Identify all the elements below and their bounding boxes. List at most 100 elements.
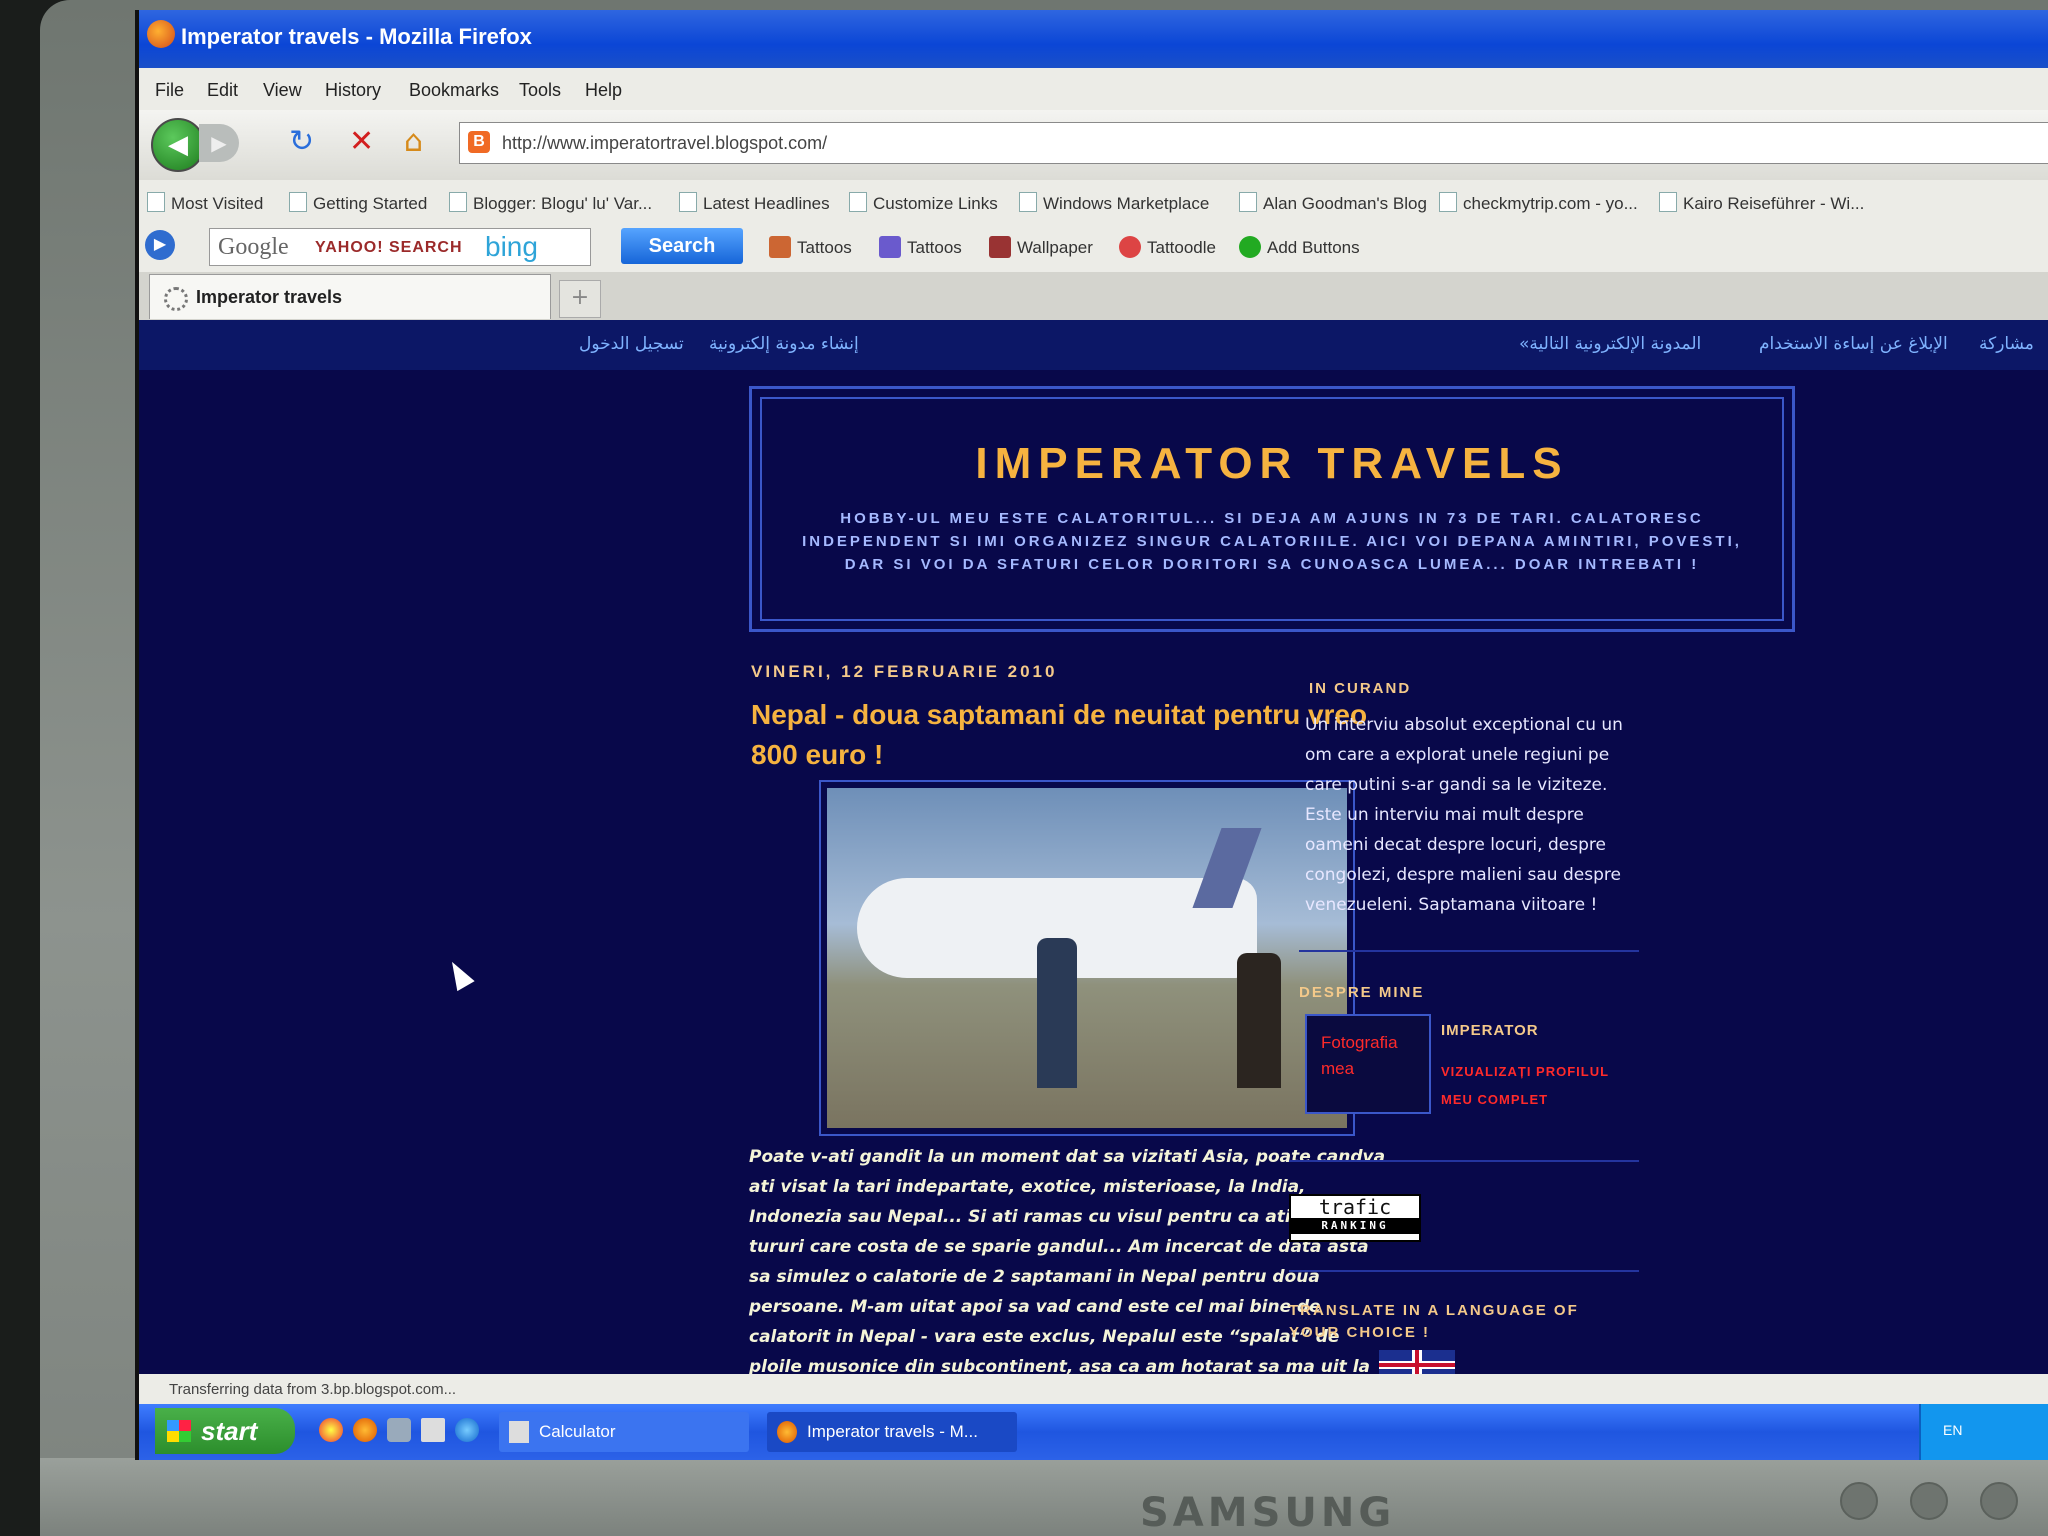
reload-icon[interactable]: ↻ [289, 124, 314, 159]
divider [1299, 950, 1639, 952]
address-bar[interactable]: B http://www.imperatortravel.blogspot.co… [459, 122, 2048, 164]
create-blog-link[interactable]: إنشاء مدونة إلكترونية [709, 334, 859, 354]
add-buttons[interactable]: Add Buttons [1239, 236, 1360, 258]
bookmark-item[interactable]: Blogger: Blogu' lu' Var... [449, 192, 652, 214]
bookmark-item[interactable]: Most Visited [147, 192, 263, 214]
page-content: تسجيل الدخول إنشاء مدونة إلكترونية المدو… [139, 320, 2048, 1407]
monitor-brand: SAMSUNG [1140, 1490, 1396, 1536]
menu-bookmarks[interactable]: Bookmarks [409, 80, 499, 101]
forward-button[interactable]: ▶ [199, 124, 239, 162]
sidebar-heading-about: DESPRE MINE [1299, 984, 1425, 1001]
report-abuse-link[interactable]: الإبلاغ عن إساءة الاستخدام [1759, 334, 1948, 354]
window-title: Imperator travels - Mozilla Firefox [181, 24, 532, 49]
wallpaper-icon [989, 236, 1011, 258]
taskbar-item-calculator[interactable]: Calculator [499, 1412, 749, 1452]
menu-help[interactable]: Help [585, 80, 622, 101]
bookmark-item[interactable]: Windows Marketplace [1019, 192, 1209, 214]
tattoodle-icon [1119, 236, 1141, 258]
language-indicator[interactable]: EN [1943, 1422, 1962, 1438]
taskbar: start Calculator Imperator travels - M..… [139, 1404, 2048, 1460]
monitor-bottom [40, 1458, 2048, 1536]
blog-title[interactable]: IMPERATOR TRAVELS [752, 439, 1792, 489]
screen: Imperator travels - Mozilla Firefox File… [135, 10, 2048, 1460]
yahoo-logo: YAHOO! SEARCH [315, 239, 463, 256]
monitor-button[interactable] [1840, 1482, 1878, 1520]
blog-header: IMPERATOR TRAVELS HOBBY-UL MEU ESTE CALA… [749, 386, 1795, 632]
divider [1289, 1160, 1639, 1162]
avatar[interactable]: Fotografia mea [1305, 1014, 1431, 1114]
back-button[interactable]: ◀ [151, 118, 205, 172]
profile-link[interactable]: VIZUALIZAȚI PROFILUL MEU COMPLET [1441, 1058, 1641, 1114]
monitor-button[interactable] [1910, 1482, 1948, 1520]
bing-logo: bing [485, 231, 538, 262]
toolbar-button-tattoos-2[interactable]: Tattoos [879, 236, 962, 258]
start-button[interactable]: start [155, 1408, 295, 1454]
sidebar-heading-soon: IN CURAND [1309, 680, 1412, 697]
status-text: Transferring data from 3.bp.blogspot.com… [169, 1381, 457, 1398]
menu-tools[interactable]: Tools [519, 80, 561, 101]
bookmark-icon [1659, 192, 1677, 212]
bookmark-icon [849, 192, 867, 212]
new-tab-button[interactable]: + [559, 280, 601, 318]
taskbar-item-firefox[interactable]: Imperator travels - M... [767, 1412, 1017, 1452]
mouse-cursor [443, 956, 475, 992]
bookmark-item[interactable]: checkmytrip.com - yo... [1439, 192, 1638, 214]
bookmark-icon [679, 192, 697, 212]
menu-edit[interactable]: Edit [207, 80, 238, 101]
tab-imperator-travels[interactable]: Imperator travels [149, 274, 551, 319]
signin-link[interactable]: تسجيل الدخول [579, 334, 684, 354]
bookmark-item[interactable]: Kairo Reiseführer - Wi... [1659, 192, 1864, 214]
divider [1289, 1270, 1639, 1272]
trafic-ranking-badge[interactable]: trafic RANKING [1289, 1194, 1421, 1242]
search-button[interactable]: Search [621, 228, 743, 264]
tab-strip: Imperator travels + [139, 272, 2048, 320]
bookmark-item[interactable]: Alan Goodman's Blog [1239, 192, 1427, 214]
bookmark-icon [449, 192, 467, 212]
person-shape [1237, 953, 1281, 1088]
person-shape [1037, 938, 1077, 1088]
menu-file[interactable]: File [155, 80, 184, 101]
sidebar-heading-translate: TRANSLATE IN A LANGUAGE OF YOUR CHOICE ! [1289, 1302, 1579, 1341]
navigation-toolbar: ◀ ▶ ↻ ✕ ⌂ B http://www.imperatortravel.b… [139, 110, 2048, 180]
url-text: http://www.imperatortravel.blogspot.com/ [502, 133, 828, 153]
bookmarks-toolbar: Most Visited Getting Started Blogger: Bl… [139, 180, 2048, 222]
toolbar-menu-icon[interactable]: ▶ [145, 230, 175, 260]
bookmark-item[interactable]: Latest Headlines [679, 192, 830, 214]
next-blog-link[interactable]: المدونة الإلكترونية التالية» [1519, 334, 1701, 354]
bookmark-item[interactable]: Customize Links [849, 192, 998, 214]
airplane-photo [827, 788, 1347, 1128]
bookmark-icon [1019, 192, 1037, 212]
post-body: Poate v-ati gandit la un moment dat sa v… [749, 1147, 1386, 1407]
calculator-icon [509, 1421, 529, 1443]
profile-name[interactable]: IMPERATOR [1441, 1022, 1539, 1039]
chrome-icon[interactable] [319, 1418, 343, 1442]
toolbar-button-wallpaper[interactable]: Wallpaper [989, 236, 1093, 258]
blog-description: HOBBY-UL MEU ESTE CALATORITUL... SI DEJA… [802, 510, 1742, 573]
firefox-icon [147, 20, 175, 48]
bookmark-icon [1439, 192, 1457, 212]
firefox-icon[interactable] [353, 1418, 377, 1442]
desktop-icon[interactable] [387, 1418, 411, 1442]
blogger-favicon: B [468, 131, 490, 153]
title-bar: Imperator travels - Mozilla Firefox [139, 10, 2048, 68]
toolbar-button-tattoodle[interactable]: Tattoodle [1119, 236, 1216, 258]
post-photo[interactable] [819, 780, 1355, 1136]
google-logo: Google [218, 234, 289, 260]
search-toolbar: ▶ Google YAHOO! SEARCH bing Search Tatto… [139, 222, 2048, 272]
stop-icon[interactable]: ✕ [349, 124, 374, 159]
ie-icon[interactable] [455, 1418, 479, 1442]
mail-icon[interactable] [421, 1418, 445, 1442]
toolbar-button-tattoos[interactable]: Tattoos [769, 236, 852, 258]
bookmark-item[interactable]: Getting Started [289, 192, 427, 214]
menu-bar: File Edit View History Bookmarks Tools H… [139, 68, 2048, 110]
firefox-icon [777, 1421, 797, 1443]
menu-history[interactable]: History [325, 80, 381, 101]
search-input[interactable]: Google YAHOO! SEARCH bing [209, 228, 591, 266]
share-link[interactable]: مشاركة [1979, 334, 2034, 354]
tattoos-icon [879, 236, 901, 258]
bookmark-icon [289, 192, 307, 212]
menu-view[interactable]: View [263, 80, 302, 101]
system-tray: EN [1919, 1404, 2048, 1460]
home-icon[interactable]: ⌂ [404, 124, 423, 159]
monitor-power-button[interactable] [1980, 1482, 2018, 1520]
